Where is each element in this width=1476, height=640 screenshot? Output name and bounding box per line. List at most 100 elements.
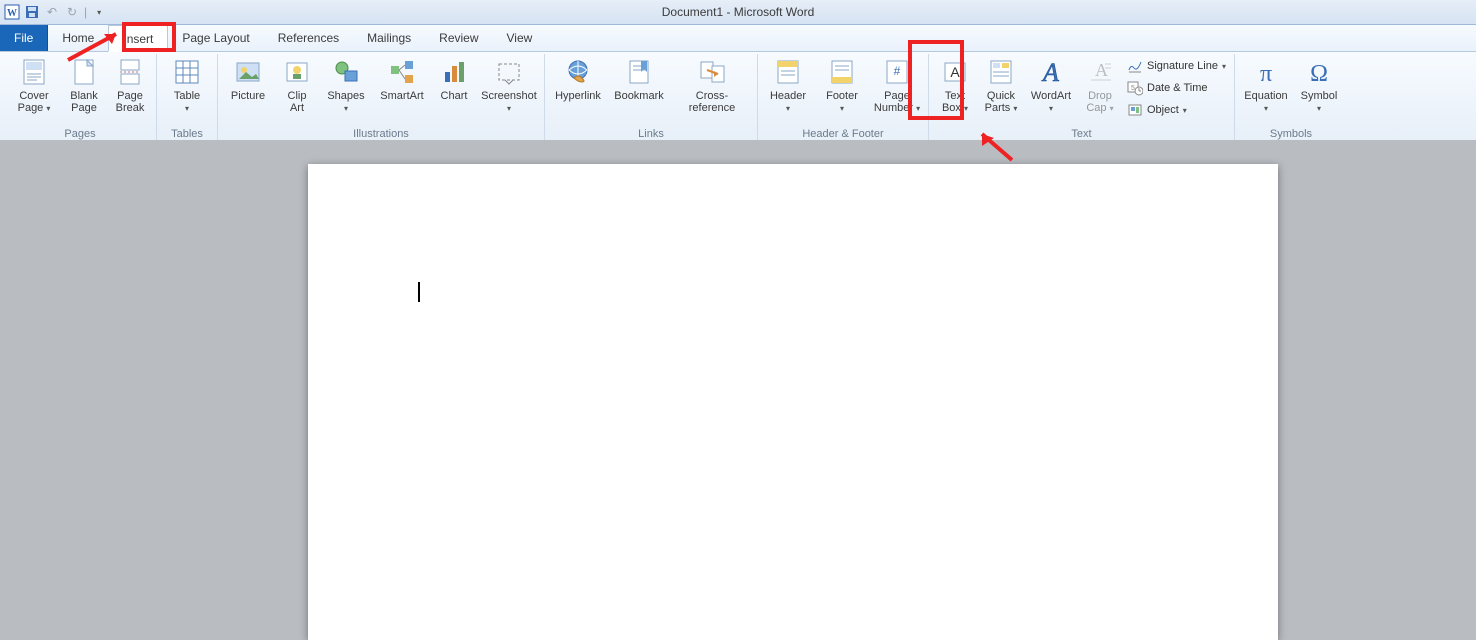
symbol-label: Symbol▾ <box>1301 90 1338 115</box>
screenshot-button[interactable]: Screenshot▾ <box>480 54 538 115</box>
clipart-label: Clip Art <box>288 90 307 114</box>
symbol-button[interactable]: Ω Symbol▾ <box>1297 54 1341 115</box>
hyperlink-label: Hyperlink <box>555 90 601 102</box>
wordart-label: WordArt▾ <box>1031 90 1071 115</box>
tab-home[interactable]: Home <box>48 25 108 51</box>
equation-icon: π <box>1250 56 1282 88</box>
footer-label: Footer▾ <box>826 90 858 115</box>
smartart-label: SmartArt <box>380 90 423 102</box>
title-bar: W ↶ ↻ | ▾ Document1 - Microsoft Word <box>0 0 1476 25</box>
object-icon <box>1127 102 1143 118</box>
clipart-button[interactable]: Clip Art <box>278 54 316 114</box>
svg-text:A: A <box>950 64 960 80</box>
shapes-button[interactable]: Shapes▾ <box>322 54 370 115</box>
dropcap-label: Drop Cap ▾ <box>1086 90 1113 115</box>
cover-page-label: Cover Page ▾ <box>18 90 51 115</box>
quickparts-button[interactable]: Quick Parts ▾ <box>981 54 1021 115</box>
cover-page-button[interactable]: Cover Page ▾ <box>10 54 58 115</box>
datetime-label: Date & Time <box>1147 82 1208 94</box>
dropcap-button[interactable]: A Drop Cap ▾ <box>1081 54 1119 115</box>
table-icon <box>171 56 203 88</box>
page-number-button[interactable]: # Page Number ▾ <box>872 54 922 115</box>
group-links: Hyperlink Bookmark Cross-reference Links <box>545 54 758 142</box>
screenshot-label: Screenshot▾ <box>481 90 537 115</box>
shapes-icon <box>330 56 362 88</box>
tab-insert[interactable]: Insert <box>108 25 168 52</box>
ribbon: Cover Page ▾ Blank Page Page Break Pages… <box>0 52 1476 143</box>
header-button[interactable]: Header▾ <box>764 54 812 115</box>
textbox-label: Text Box ▾ <box>942 90 968 115</box>
svg-text:A: A <box>1041 58 1059 87</box>
ribbon-tabs: File Home Insert Page Layout References … <box>0 25 1476 52</box>
group-text: A Text Box ▾ Quick Parts ▾ A WordArt▾ A … <box>929 54 1235 142</box>
signature-line-icon <box>1127 58 1143 74</box>
group-header-footer: Header▾ Footer▾ # Page Number ▾ Header &… <box>758 54 929 142</box>
crossref-button[interactable]: Cross-reference <box>673 54 751 114</box>
page-break-label: Page Break <box>116 90 145 114</box>
page-break-button[interactable]: Page Break <box>110 54 150 114</box>
footer-icon <box>826 56 858 88</box>
bookmark-icon <box>623 56 655 88</box>
equation-button[interactable]: π Equation▾ <box>1241 54 1291 115</box>
svg-text:Ω: Ω <box>1310 61 1328 87</box>
object-button[interactable]: Object ▾ <box>1125 100 1228 120</box>
picture-button[interactable]: Picture <box>224 54 272 102</box>
crossref-icon <box>696 56 728 88</box>
tab-mailings[interactable]: Mailings <box>353 25 425 51</box>
wordart-button[interactable]: A WordArt▾ <box>1027 54 1075 115</box>
blank-page-icon <box>68 56 100 88</box>
hyperlink-button[interactable]: Hyperlink <box>551 54 605 102</box>
datetime-button[interactable]: 5 Date & Time <box>1125 78 1228 98</box>
svg-text:5: 5 <box>1131 85 1135 92</box>
page-number-label: Page Number ▾ <box>874 90 920 115</box>
header-label: Header▾ <box>770 90 806 115</box>
table-label: Table▾ <box>174 90 200 115</box>
svg-text:π: π <box>1260 61 1272 87</box>
quickparts-icon <box>985 56 1017 88</box>
window-title: Document1 - Microsoft Word <box>0 0 1476 24</box>
document-page[interactable] <box>308 164 1278 640</box>
hyperlink-icon <box>562 56 594 88</box>
page-number-icon: # <box>881 56 913 88</box>
group-pages: Cover Page ▾ Blank Page Page Break Pages <box>4 54 157 142</box>
tab-view[interactable]: View <box>493 25 547 51</box>
equation-label: Equation▾ <box>1244 90 1287 115</box>
svg-text:A: A <box>1095 60 1108 80</box>
group-tables: Table▾ Tables <box>157 54 218 142</box>
bookmark-button[interactable]: Bookmark <box>611 54 667 102</box>
svg-text:#: # <box>894 64 901 78</box>
tab-review[interactable]: Review <box>425 25 492 51</box>
cover-page-icon <box>18 56 50 88</box>
smartart-icon <box>386 56 418 88</box>
textbox-button[interactable]: A Text Box ▾ <box>935 54 975 115</box>
signature-line-button[interactable]: Signature Line ▾ <box>1125 56 1228 76</box>
picture-label: Picture <box>231 90 265 102</box>
tab-references[interactable]: References <box>264 25 353 51</box>
group-illustrations: Picture Clip Art Shapes▾ SmartArt Chart … <box>218 54 545 142</box>
blank-page-label: Blank Page <box>70 90 98 114</box>
smartart-button[interactable]: SmartArt <box>376 54 428 102</box>
header-icon <box>772 56 804 88</box>
signature-line-label: Signature Line <box>1147 60 1218 72</box>
bookmark-label: Bookmark <box>614 90 664 102</box>
chart-button[interactable]: Chart <box>434 54 474 102</box>
picture-icon <box>232 56 264 88</box>
shapes-label: Shapes▾ <box>327 90 364 115</box>
clipart-icon <box>281 56 313 88</box>
table-button[interactable]: Table▾ <box>163 54 211 115</box>
text-cursor <box>418 282 420 302</box>
chart-icon <box>438 56 470 88</box>
footer-button[interactable]: Footer▾ <box>818 54 866 115</box>
tab-page-layout[interactable]: Page Layout <box>168 25 263 51</box>
quickparts-label: Quick Parts ▾ <box>985 90 1018 115</box>
tab-file[interactable]: File <box>0 25 48 51</box>
screenshot-icon <box>493 56 525 88</box>
object-label: Object <box>1147 104 1179 116</box>
crossref-label: Cross-reference <box>673 90 751 114</box>
textbox-icon: A <box>939 56 971 88</box>
chart-label: Chart <box>441 90 468 102</box>
group-symbols: π Equation▾ Ω Symbol▾ Symbols <box>1235 54 1347 142</box>
wordart-icon: A <box>1035 56 1067 88</box>
blank-page-button[interactable]: Blank Page <box>64 54 104 114</box>
datetime-icon: 5 <box>1127 80 1143 96</box>
